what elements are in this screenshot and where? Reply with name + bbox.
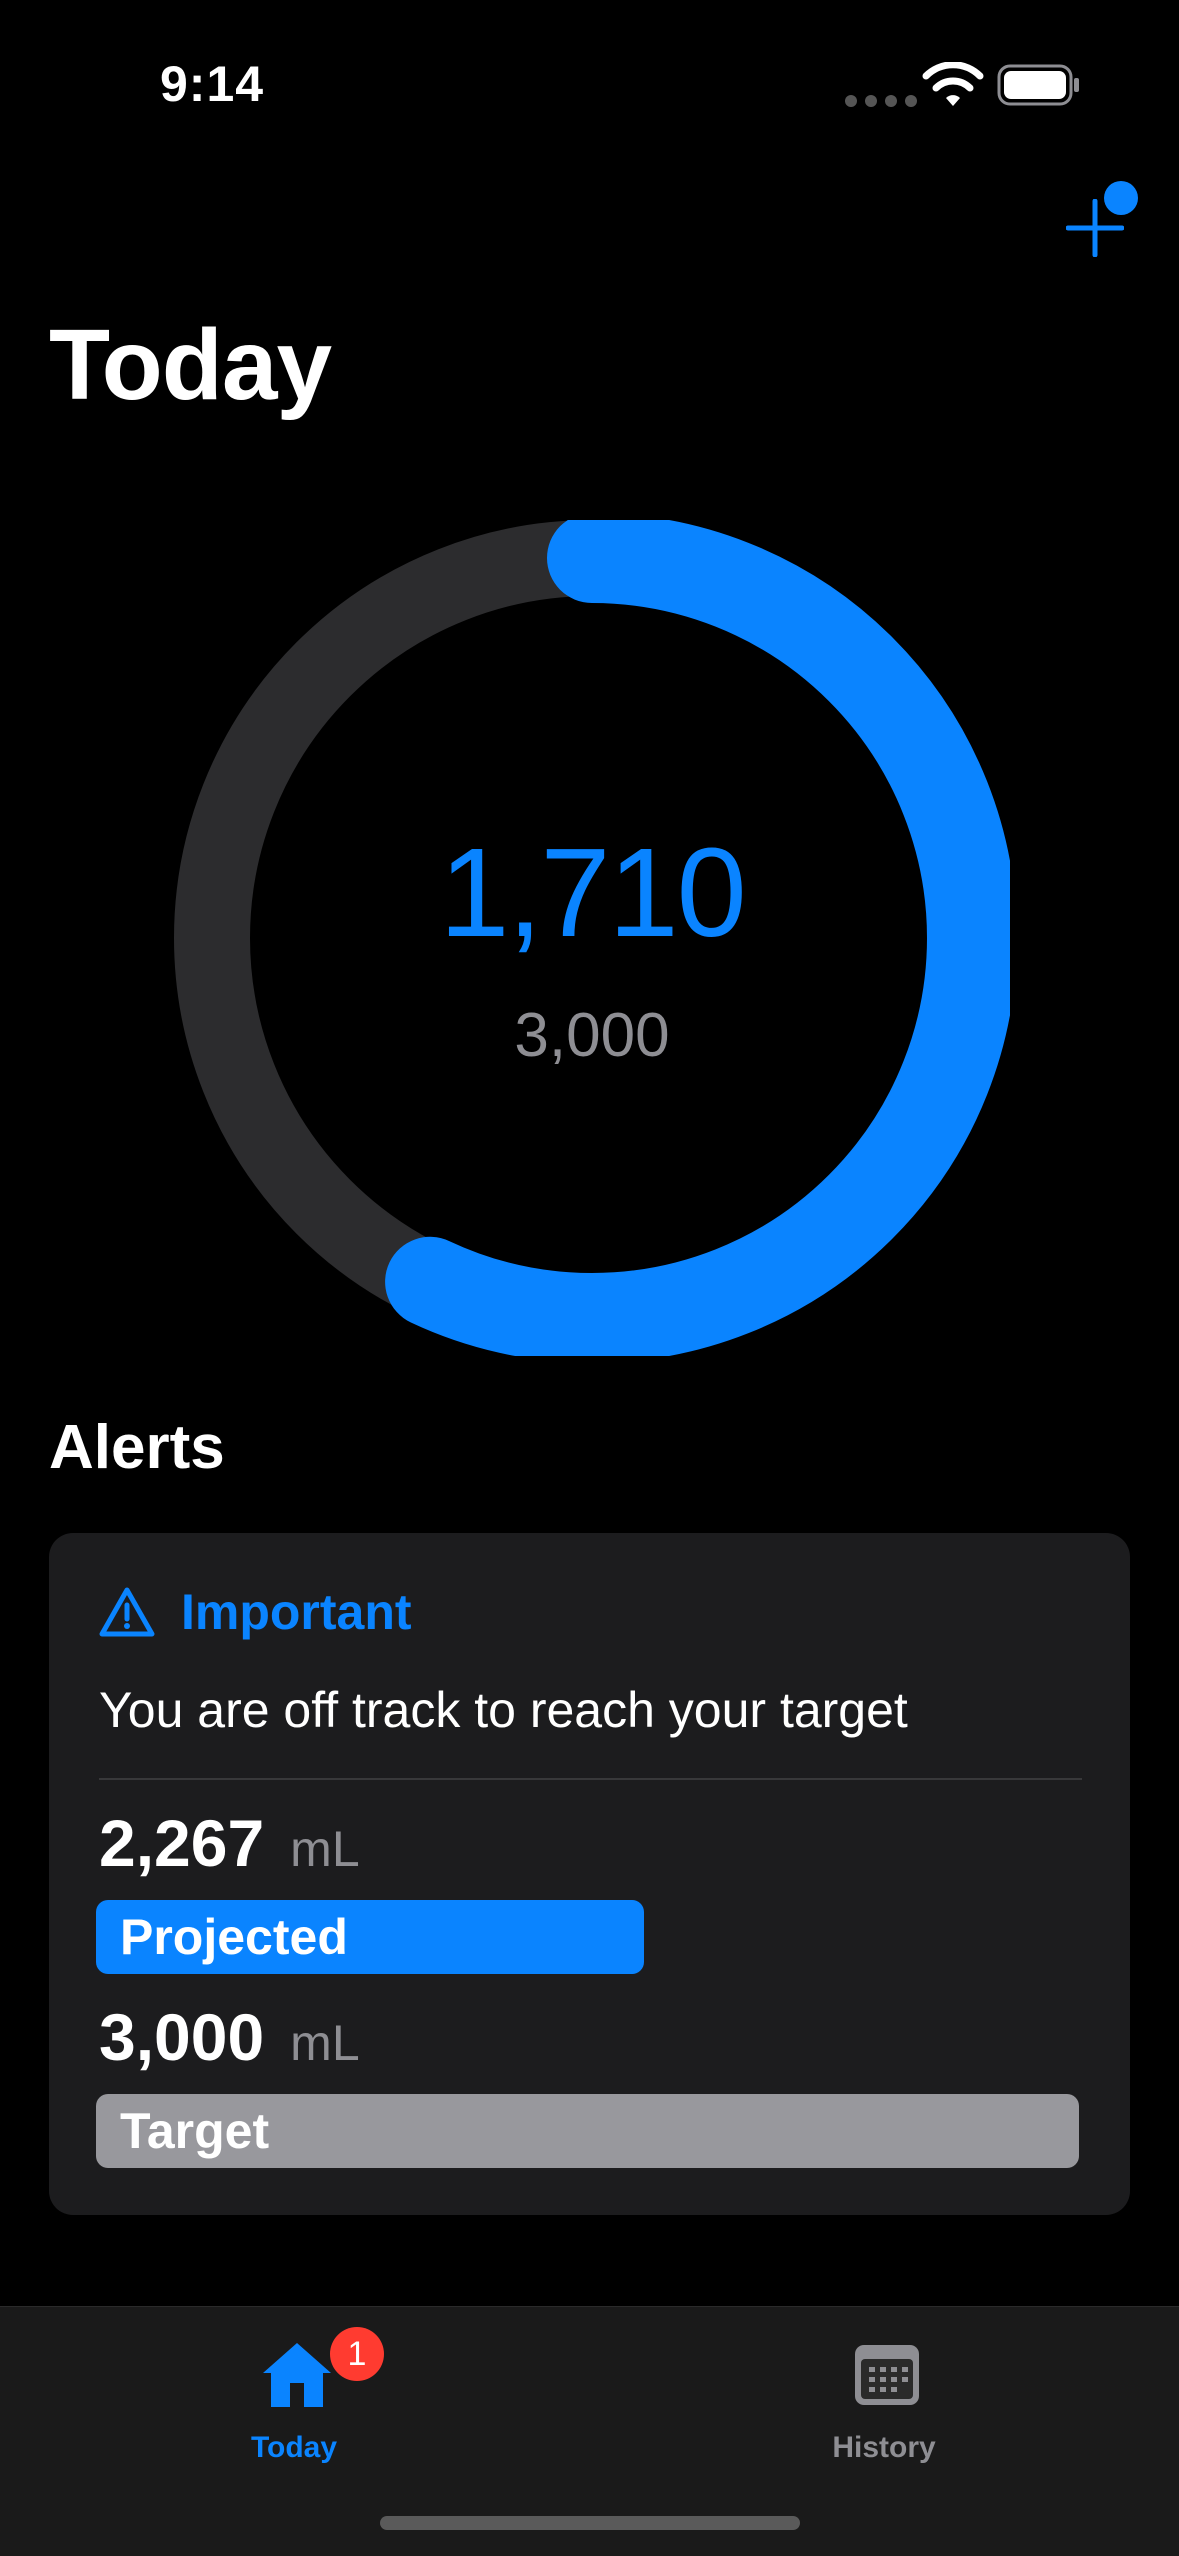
target-bar: Target	[96, 2094, 1079, 2168]
tab-history[interactable]: History	[764, 2327, 1004, 2477]
battery-icon	[997, 64, 1079, 106]
tab-history-label: History	[832, 2431, 936, 2464]
tab-today[interactable]: 1 Today	[174, 2327, 414, 2477]
alert-message: You are off track to reach your target	[99, 1682, 908, 1738]
tab-today-label: Today	[250, 2431, 338, 2464]
projected-unit: mL	[290, 1821, 360, 1877]
home-indicator	[380, 2516, 800, 2530]
target-metric: 3,000 mL	[99, 1999, 360, 2075]
notification-dot	[1104, 181, 1138, 215]
target-value: 3,000	[99, 2000, 265, 2074]
target-label: Target	[120, 2103, 270, 2159]
alerts-heading: Alerts	[49, 1413, 225, 1482]
signal-icon	[845, 95, 917, 107]
warning-icon	[99, 1587, 155, 1637]
projected-bar: Projected	[96, 1900, 645, 1974]
alert-card[interactable]: Important You are off track to reach you…	[49, 1533, 1130, 2215]
intake-value: 1,710	[439, 822, 746, 963]
projected-metric: 2,267 mL	[99, 1805, 360, 1881]
page-title: Today	[49, 309, 332, 421]
status-time: 9:14	[160, 56, 265, 112]
tab-today-badge: 1	[330, 2327, 384, 2381]
projected-value: 2,267	[99, 1806, 265, 1880]
house-icon	[263, 2343, 331, 2407]
projected-label: Projected	[120, 1909, 348, 1965]
status-bar: 9:14	[0, 0, 1179, 170]
alert-tag: Important	[181, 1584, 412, 1640]
divider	[99, 1778, 1082, 1780]
add-entry-button[interactable]	[1050, 175, 1160, 285]
progress-ring: 1,710 3,000	[174, 520, 1010, 1356]
intake-target: 3,000	[514, 1001, 670, 1070]
wifi-icon	[922, 62, 984, 106]
alert-header: Important	[99, 1583, 412, 1641]
calendar-icon	[855, 2345, 919, 2405]
target-unit: mL	[290, 2015, 360, 2071]
